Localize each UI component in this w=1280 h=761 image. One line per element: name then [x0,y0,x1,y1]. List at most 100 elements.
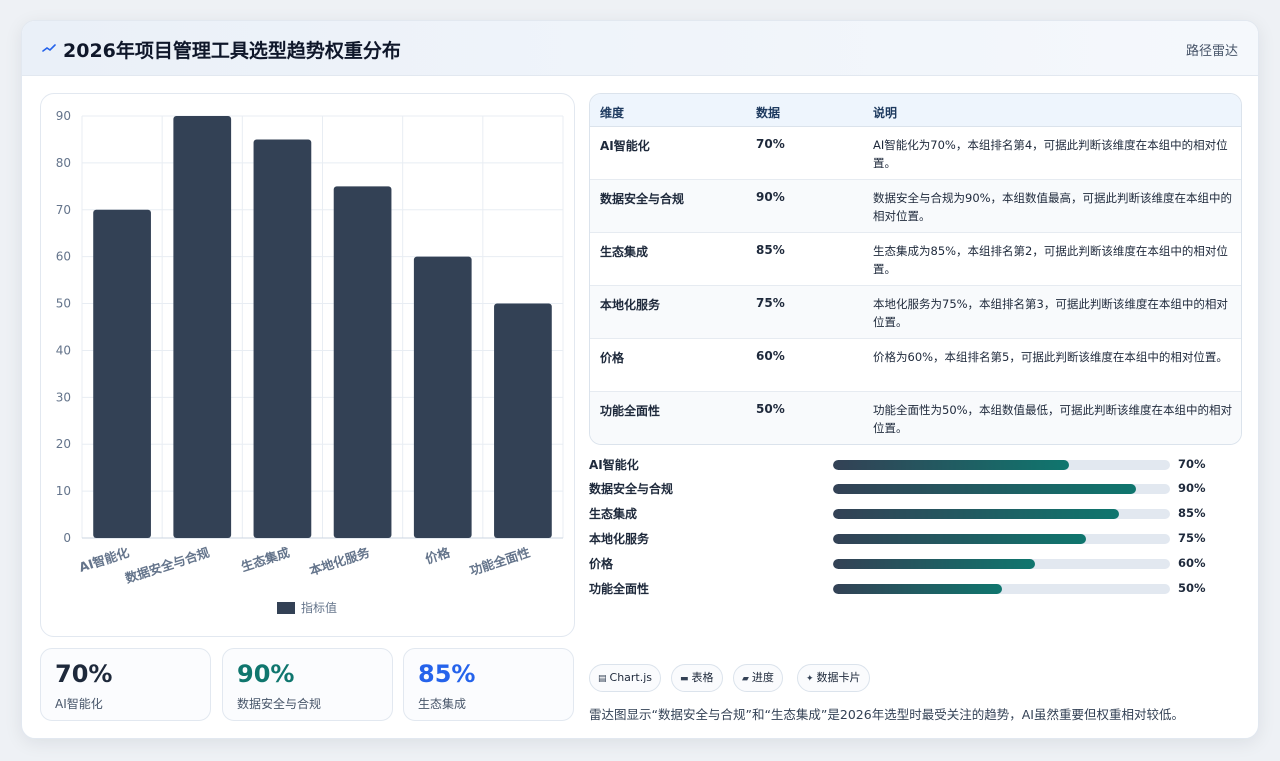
y-tick-label: 20 [56,437,71,451]
y-tick-label: 50 [56,297,71,311]
tag-label: 表格 [691,671,714,684]
kpi-card-ecosystem: 85% 生态集成 [403,648,574,721]
cell-value: 75% [756,296,785,310]
tag-label: 进度 [751,671,774,684]
cell-value: 90% [756,190,785,204]
cell-dimension: AI智能化 [600,139,650,153]
y-tick-label: 30 [56,390,71,404]
summary-note: 雷达图显示“数据安全与合规”和“生态集成”是2026年选型时最受关注的趋势，AI… [589,707,1184,722]
cell-description: 本地化服务为75%，本组排名第3，可据此判断该维度在本组中的相对位置。 [873,297,1228,329]
chart-type-label: 路径雷达 [1185,44,1238,59]
x-tick-label: 生态集成 [239,544,292,574]
progress-label: 本地化服务 [589,532,650,546]
x-tick-label: AI智能化 [77,544,131,574]
tag-progress[interactable]: ▰ 进度 [733,664,783,692]
x-tick-label: 本地化服务 [307,544,372,578]
bar [173,116,232,538]
tag-table[interactable]: ▬ 表格 [671,664,723,692]
kpi-value: 85% [418,660,476,688]
kpi-card-security: 90% 数据安全与合规 [222,648,393,721]
table-row: 数据安全与合规 90% 数据安全与合规为90%，本组数值最高，可据此判断该维度在… [590,180,1241,233]
progress-value: 50% [1178,581,1206,595]
x-tick-label: 数据安全与合规 [122,544,211,586]
bar [253,139,312,538]
header-bar: 2026年项目管理工具选型趋势权重分布 路径雷达 [22,21,1258,76]
data-table: 维度 数据 说明 AI智能化 70% AI智能化为70%，本组排名第4，可据此判… [589,93,1242,445]
y-tick-label: 60 [56,250,71,264]
cell-dimension: 价格 [600,351,625,365]
progress-label: 生态集成 [589,507,638,521]
tag-data-card[interactable]: ✦ 数据卡片 [797,664,870,692]
table-row: 本地化服务 75% 本地化服务为75%，本组排名第3，可据此判断该维度在本组中的… [590,286,1241,339]
cell-value: 70% [756,137,785,151]
cell-dimension: 功能全面性 [600,404,661,418]
chart-icon: ▤ [598,674,607,684]
progress-fill [833,534,1086,544]
table-header: 维度 数据 说明 [590,94,1241,127]
y-tick-label: 0 [63,531,71,545]
cell-dimension: 数据安全与合规 [600,192,685,206]
column-header-value: 数据 [756,106,781,120]
progress-row: 生态集成 85% [589,503,1229,523]
progress-row: 本地化服务 75% [589,528,1229,548]
progress-row: 功能全面性 50% [589,578,1229,598]
kpi-value: 90% [237,660,295,688]
table-row: 价格 60% 价格为60%，本组排名第5，可据此判断该维度在本组中的相对位置。 [590,339,1241,392]
page-title: 2026年项目管理工具选型趋势权重分布 [63,40,401,62]
tag-chartjs[interactable]: ▤ Chart.js [589,664,662,692]
progress-track [833,509,1170,519]
legend-swatch [277,602,295,614]
progress-track [833,584,1170,594]
kpi-label: 数据安全与合规 [237,697,322,711]
progress-row: AI智能化 70% [589,454,1229,474]
cell-description: 生态集成为85%，本组排名第2，可据此判断该维度在本组中的相对位置。 [873,244,1228,276]
y-tick-label: 70 [56,203,71,217]
progress-label: 功能全面性 [589,582,650,596]
progress-track [833,484,1170,494]
y-tick-label: 80 [56,156,71,170]
x-tick-label: 功能全面性 [468,544,533,578]
bar-chart[interactable]: 0 10 20 30 40 50 60 70 80 90 AI智能化数据安全与合规 生态集成 本地化服务… [41,94,576,638]
progress-fill [833,509,1120,519]
progress-value: 60% [1178,556,1206,570]
x-tick-label: 价格 [423,544,452,566]
cell-dimension: 本地化服务 [600,298,661,312]
progress-fill [833,484,1137,494]
bar [333,186,392,538]
main-card: 2026年项目管理工具选型趋势权重分布 路径雷达 0 10 20 30 40 50 60 70… [21,20,1259,739]
progress-label: AI智能化 [589,458,639,472]
bar-chart-panel: 0 10 20 30 40 50 60 70 80 90 AI智能化 数据安全与合规 生态集成 本地化服务… [40,93,575,637]
cell-dimension: 生态集成 [600,245,649,259]
progress-value: 70% [1178,457,1206,471]
cell-description: AI智能化为70%，本组排名第4，可据此判断该维度在本组中的相对位置。 [873,138,1228,170]
cell-value: 60% [756,349,785,363]
trend-icon [42,44,56,52]
progress-track [833,460,1170,470]
cell-description: 数据安全与合规为90%，本组数值最高，可据此判断该维度在本组中的相对位置。 [873,191,1233,223]
progress-value: 85% [1178,506,1206,520]
legend-label: 指标值 [301,600,337,615]
sparkle-icon: ✦ [806,674,814,684]
table-icon: ▬ [680,674,689,684]
table-row: 生态集成 85% 生态集成为85%，本组排名第2，可据此判断该维度在本组中的相对… [590,233,1241,286]
bar [413,256,472,538]
y-tick-label: 90 [56,109,71,123]
bar [494,303,552,538]
kpi-card-ai: 70% AI智能化 [40,648,211,721]
cell-description: 价格为60%，本组排名第5，可据此判断该维度在本组中的相对位置。 [873,350,1228,364]
progress-fill [833,460,1069,470]
progress-label: 数据安全与合规 [589,482,674,496]
column-header-description: 说明 [873,106,898,120]
cell-value: 50% [756,402,785,416]
progress-label: 价格 [589,557,614,571]
cell-value: 85% [756,243,785,257]
progress-row: 数据安全与合规 90% [589,478,1229,498]
progress-value: 90% [1178,481,1206,495]
kpi-label: AI智能化 [55,697,103,711]
progress-value: 75% [1178,531,1206,545]
y-tick-label: 40 [56,343,71,357]
tag-label: Chart.js [609,671,653,684]
bar [93,209,151,538]
progress-track [833,534,1170,544]
kpi-label: 生态集成 [418,697,467,711]
